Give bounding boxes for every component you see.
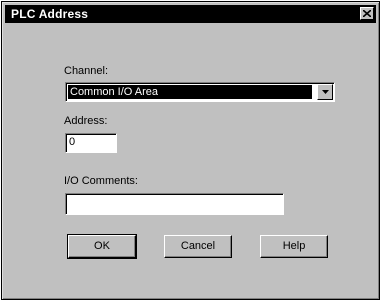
channel-label: Channel: <box>64 65 109 77</box>
help-button[interactable]: Help <box>260 235 328 258</box>
plc-address-dialog: PLC Address Channel: Common I/O Area Add… <box>1 1 380 300</box>
io-comments-field[interactable] <box>65 193 284 215</box>
channel-dropdown-button[interactable] <box>317 84 333 100</box>
address-label: Address: <box>64 115 108 127</box>
channel-selected-value: Common I/O Area <box>68 85 312 99</box>
address-field[interactable]: 0 <box>65 133 117 153</box>
io-comments-label: I/O Comments: <box>64 175 138 187</box>
address-value: 0 <box>69 136 76 148</box>
chevron-down-icon <box>321 90 329 94</box>
ok-button[interactable]: OK <box>67 234 137 259</box>
channel-dropdown[interactable]: Common I/O Area <box>65 82 335 102</box>
window-title: PLC Address <box>11 7 89 21</box>
close-icon <box>363 10 371 17</box>
cancel-button[interactable]: Cancel <box>164 235 232 258</box>
close-button[interactable] <box>360 7 374 20</box>
title-bar[interactable]: PLC Address <box>5 5 376 23</box>
